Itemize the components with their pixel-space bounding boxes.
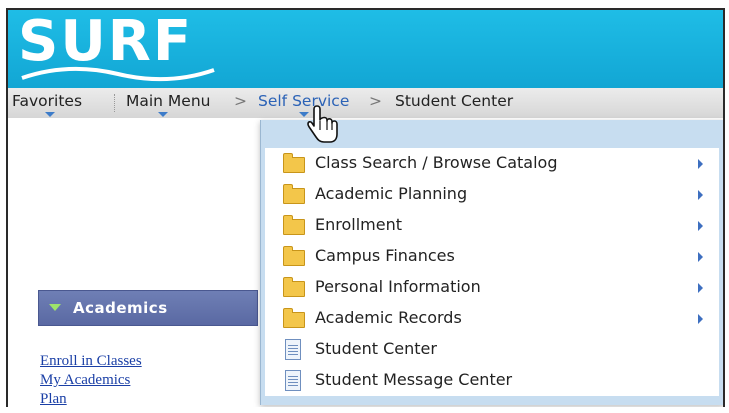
menu-item-label: Class Search / Browse Catalog bbox=[315, 153, 558, 172]
academics-pagelet-header[interactable]: Academics bbox=[38, 290, 258, 326]
logo-wave-icon bbox=[21, 66, 215, 82]
menu-item-label: Academic Records bbox=[315, 308, 462, 327]
menu-item-student-center[interactable]: Student Center bbox=[265, 334, 719, 365]
document-icon bbox=[285, 370, 301, 391]
submenu-arrow-icon bbox=[698, 221, 703, 231]
menu-item-enrollment[interactable]: Enrollment bbox=[265, 210, 719, 241]
my-academics-link[interactable]: My Academics bbox=[40, 372, 130, 389]
menu-item-academic-records[interactable]: Academic Records bbox=[265, 303, 719, 334]
menu-item-class-search[interactable]: Class Search / Browse Catalog bbox=[265, 148, 719, 179]
folder-icon bbox=[283, 308, 305, 328]
submenu-arrow-icon bbox=[698, 190, 703, 200]
nav-divider bbox=[114, 94, 115, 112]
academics-title: Academics bbox=[73, 299, 168, 317]
menu-item-label: Personal Information bbox=[315, 277, 481, 296]
submenu-arrow-icon bbox=[698, 314, 703, 324]
submenu-arrow-icon bbox=[698, 159, 703, 169]
submenu-arrow-icon bbox=[698, 283, 703, 293]
header-banner: SURF bbox=[8, 10, 723, 88]
self-service-dropdown-menu: Class Search / Browse Catalog Academic P… bbox=[260, 120, 723, 405]
menu-item-label: Student Message Center bbox=[315, 370, 513, 389]
folder-icon bbox=[283, 215, 305, 235]
collapse-triangle-icon[interactable] bbox=[49, 304, 61, 311]
folder-icon bbox=[283, 246, 305, 266]
nav-favorites[interactable]: Favorites bbox=[12, 92, 82, 110]
submenu-arrow-icon bbox=[698, 252, 703, 262]
plan-link[interactable]: Plan bbox=[40, 391, 67, 407]
nav-main-menu[interactable]: Main Menu bbox=[126, 92, 211, 110]
folder-icon bbox=[283, 184, 305, 204]
breadcrumb-separator: > bbox=[369, 92, 382, 110]
menu-item-label: Campus Finances bbox=[315, 246, 455, 265]
folder-icon bbox=[283, 277, 305, 297]
menu-item-label: Academic Planning bbox=[315, 184, 468, 203]
navigation-bar: Favorites Main Menu > Self Service > Stu… bbox=[8, 88, 723, 118]
menu-item-personal-information[interactable]: Personal Information bbox=[265, 272, 719, 303]
document-icon bbox=[285, 339, 301, 360]
folder-icon bbox=[283, 153, 305, 173]
menu-item-student-message-center[interactable]: Student Message Center bbox=[265, 365, 719, 396]
menu-item-campus-finances[interactable]: Campus Finances bbox=[265, 241, 719, 272]
menu-item-label: Student Center bbox=[315, 339, 437, 358]
breadcrumb-separator: > bbox=[234, 92, 247, 110]
nav-student-center[interactable]: Student Center bbox=[395, 92, 513, 110]
menu-item-label: Enrollment bbox=[315, 215, 402, 234]
dropdown-list: Class Search / Browse Catalog Academic P… bbox=[265, 148, 719, 396]
hand-pointer-cursor-icon bbox=[307, 105, 338, 143]
enroll-in-classes-link[interactable]: Enroll in Classes bbox=[40, 353, 142, 370]
favorites-chevron-down-icon[interactable] bbox=[45, 112, 55, 117]
app-window: SURF Favorites Main Menu > Self Service … bbox=[6, 8, 725, 407]
menu-item-academic-planning[interactable]: Academic Planning bbox=[265, 179, 719, 210]
main-menu-chevron-down-icon[interactable] bbox=[158, 112, 168, 117]
